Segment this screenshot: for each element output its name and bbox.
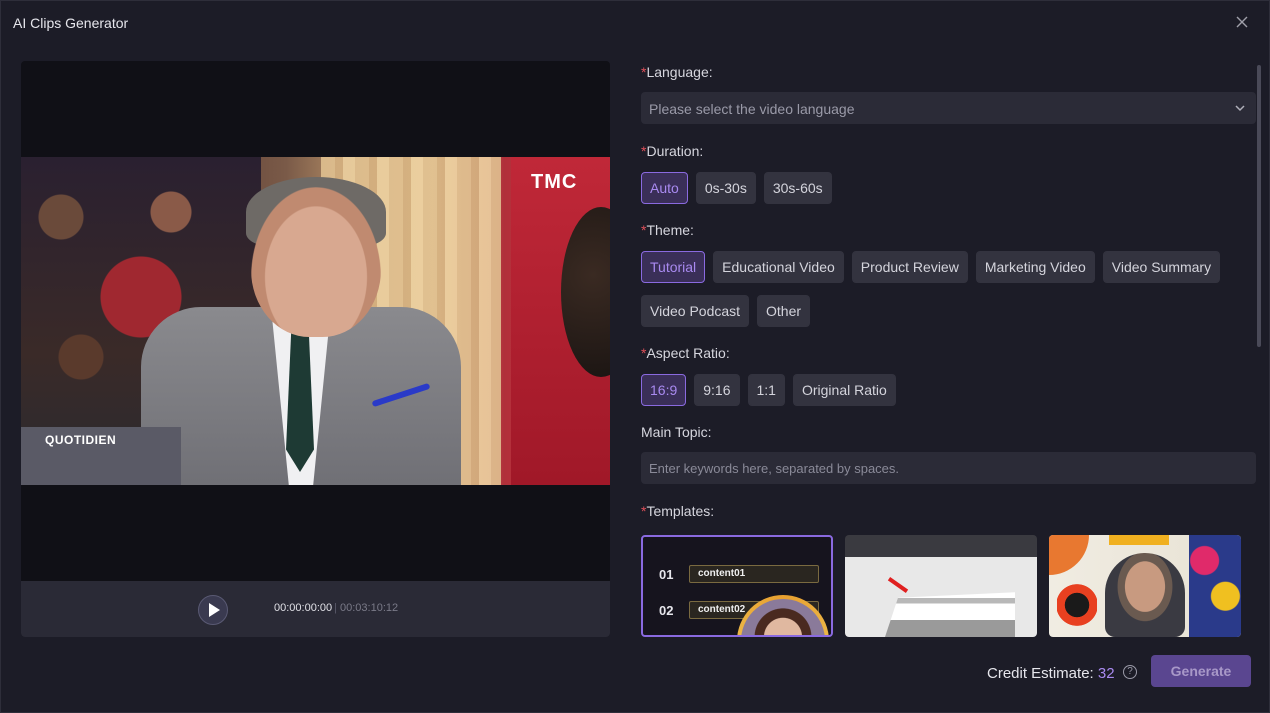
aspect-ratio-label-text: Aspect Ratio: bbox=[646, 345, 730, 361]
aspect-16-9[interactable]: 16:9 bbox=[641, 374, 687, 406]
art-shape bbox=[1109, 535, 1169, 545]
template-architecture-card[interactable] bbox=[845, 535, 1037, 637]
aspect-ratio-options: 16:9 9:16 1:1 Original Ratio bbox=[641, 374, 896, 406]
play-button[interactable] bbox=[198, 595, 228, 625]
templates-label-text: Templates: bbox=[646, 503, 715, 519]
templates-label: *Templates: bbox=[641, 503, 714, 519]
form-scrollbar[interactable] bbox=[1257, 65, 1261, 347]
duration-auto[interactable]: Auto bbox=[641, 172, 688, 204]
aspect-original[interactable]: Original Ratio bbox=[792, 374, 896, 406]
duration-label-text: Duration: bbox=[646, 143, 704, 159]
theme-video-summary[interactable]: Video Summary bbox=[1102, 251, 1221, 283]
ai-clips-generator-dialog: AI Clips Generator TMC QUOTIDIEN 00:00:0… bbox=[0, 0, 1270, 713]
help-icon[interactable]: ? bbox=[1123, 665, 1137, 679]
dialog-title: AI Clips Generator bbox=[13, 15, 129, 31]
language-label-text: Language: bbox=[646, 64, 713, 80]
main-topic-label: Main Topic: bbox=[641, 424, 712, 440]
duration-0-30[interactable]: 0s-30s bbox=[695, 172, 756, 204]
host-head bbox=[251, 187, 381, 337]
time-separator: | bbox=[334, 602, 337, 614]
playback-controls: 00:00:00:00 | 00:03:10:12 bbox=[21, 581, 610, 637]
theme-tutorial[interactable]: Tutorial bbox=[641, 251, 706, 283]
current-time: 00:00:00:00 bbox=[274, 602, 333, 614]
language-select[interactable]: Please select the video language bbox=[641, 92, 1256, 124]
play-icon bbox=[209, 603, 220, 617]
video-frame[interactable]: TMC QUOTIDIEN bbox=[21, 157, 610, 485]
credit-estimate: Credit Estimate: 32 bbox=[987, 665, 1115, 682]
template-row-box: content01 bbox=[689, 565, 819, 583]
close-icon[interactable] bbox=[1233, 13, 1251, 31]
theme-educational-video[interactable]: Educational Video bbox=[713, 251, 844, 283]
aspect-ratio-label: *Aspect Ratio: bbox=[641, 345, 730, 361]
theme-label-text: Theme: bbox=[646, 222, 694, 238]
chevron-down-icon bbox=[1235, 105, 1245, 112]
template-row-number: 01 bbox=[659, 567, 674, 582]
art-shape bbox=[1049, 535, 1089, 575]
theme-product-review[interactable]: Product Review bbox=[851, 251, 968, 283]
aspect-1-1[interactable]: 1:1 bbox=[747, 374, 785, 406]
settings-form: *Language: Please select the video langu… bbox=[641, 61, 1256, 637]
template-list-card[interactable]: 01 content01 02 content02 bbox=[641, 535, 833, 637]
theme-label: *Theme: bbox=[641, 222, 694, 238]
theme-options-row2: Video Podcast Other bbox=[641, 295, 811, 327]
tmc-logo: TMC bbox=[531, 171, 578, 193]
language-label: *Language: bbox=[641, 64, 713, 80]
video-preview: TMC QUOTIDIEN 00:00:00:00 | 00:03:10:12 bbox=[21, 61, 610, 637]
credit-estimate-value: 32 bbox=[1097, 665, 1115, 682]
template-row-number: 02 bbox=[659, 603, 674, 618]
theme-marketing-video[interactable]: Marketing Video bbox=[975, 251, 1095, 283]
templates-gallery: 01 content01 02 content02 bbox=[641, 535, 1256, 637]
template-art-card[interactable] bbox=[1049, 535, 1241, 637]
theme-options-row1: Tutorial Educational Video Product Revie… bbox=[641, 251, 1221, 283]
duration-options: Auto 0s-30s 30s-60s bbox=[641, 172, 832, 204]
quotidien-logo: QUOTIDIEN bbox=[45, 433, 117, 447]
art-shape bbox=[1057, 577, 1097, 633]
aspect-9-16[interactable]: 9:16 bbox=[694, 374, 740, 406]
theme-other[interactable]: Other bbox=[757, 295, 811, 327]
total-time: 00:03:10:12 bbox=[340, 602, 399, 614]
arrow-icon bbox=[887, 577, 909, 593]
duration-30-60[interactable]: 30s-60s bbox=[763, 172, 832, 204]
presenter-image bbox=[1105, 553, 1185, 637]
credit-estimate-label: Credit Estimate: bbox=[987, 665, 1098, 682]
language-placeholder: Please select the video language bbox=[649, 101, 855, 117]
generate-button[interactable]: Generate bbox=[1151, 655, 1251, 687]
main-topic-input[interactable] bbox=[641, 452, 1256, 484]
art-shape bbox=[1189, 535, 1241, 637]
theme-video-podcast[interactable]: Video Podcast bbox=[641, 295, 750, 327]
duration-label: *Duration: bbox=[641, 143, 703, 159]
